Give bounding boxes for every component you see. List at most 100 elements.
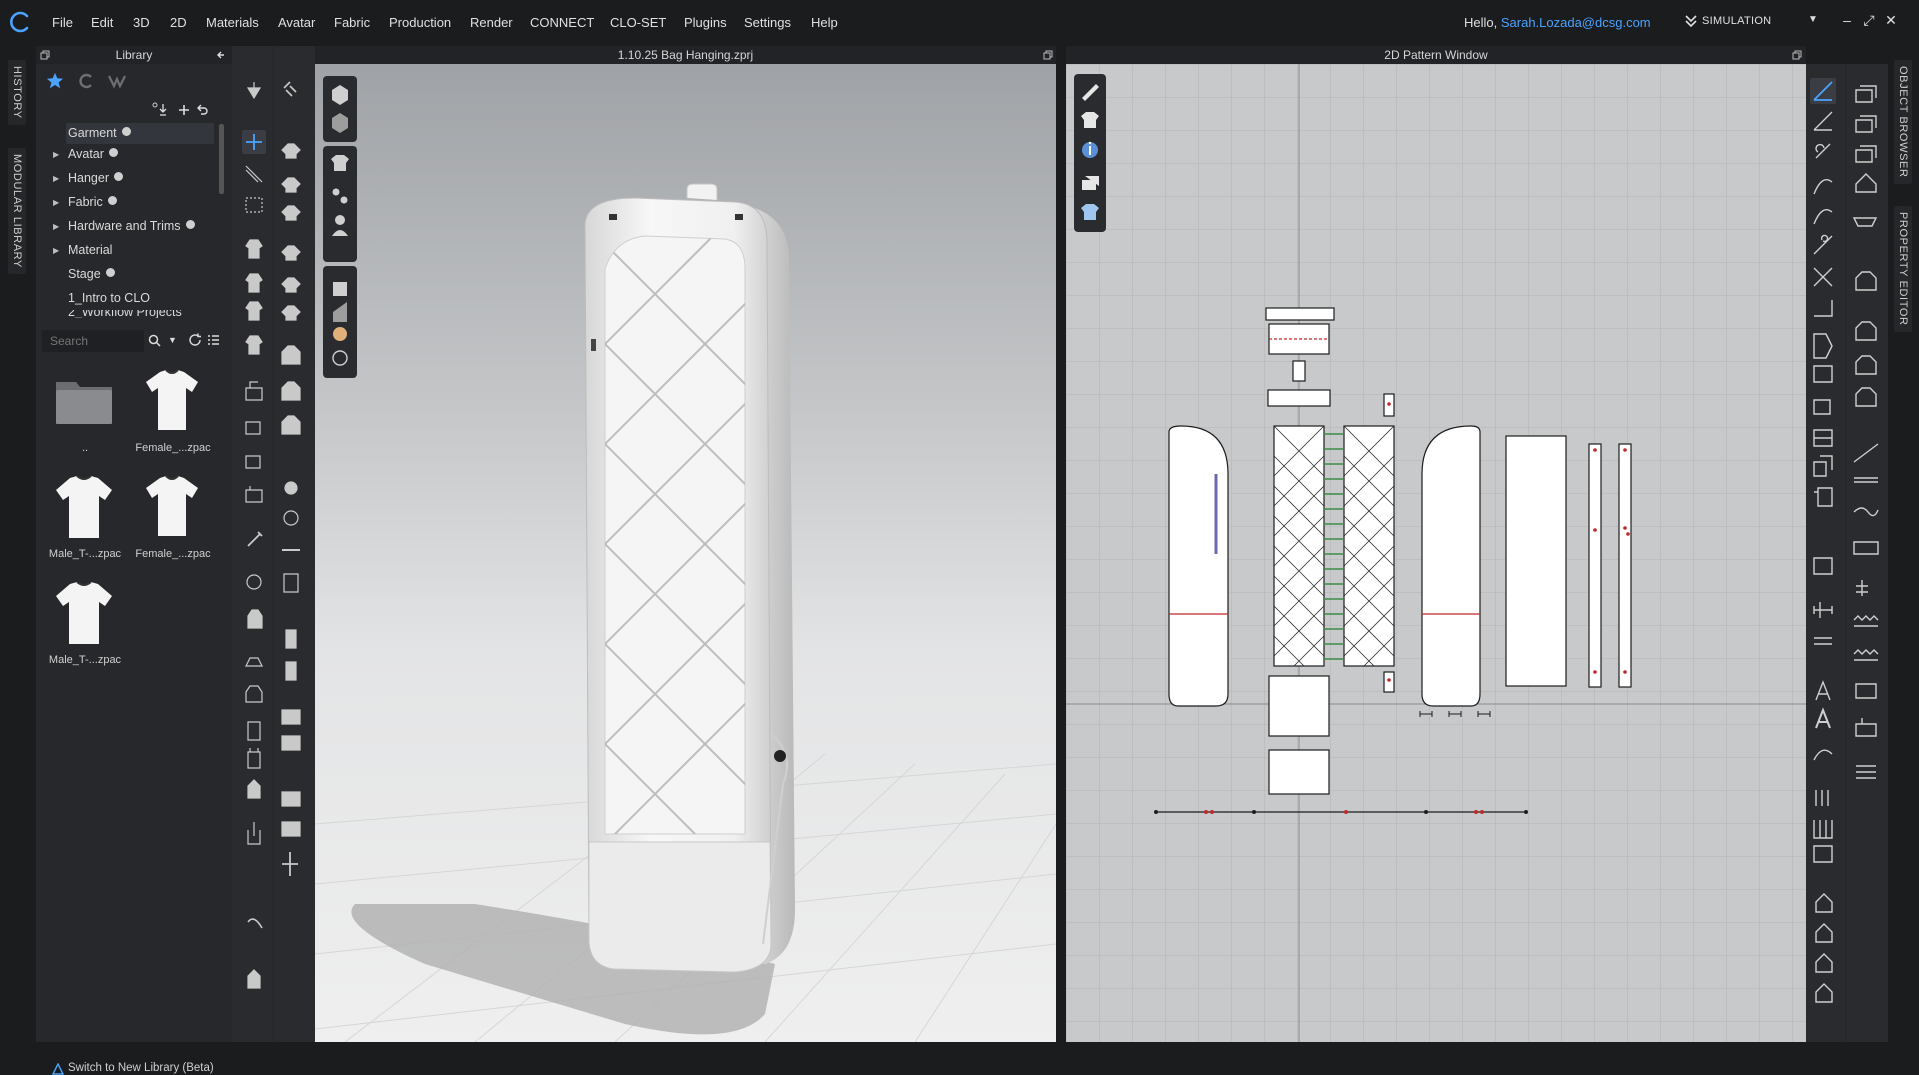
expand-arrow-icon[interactable]: ▶ [53,222,59,231]
buttonhole-tool-icon [247,748,261,769]
tree-label: Fabric [68,195,103,209]
mode-selector[interactable]: SIMULATION [1702,15,1771,27]
expand-arrow-icon[interactable]: ▶ [53,174,59,183]
tab-object-browser[interactable]: OBJECT BROWSER [1894,60,1912,184]
clo-set-icon[interactable] [78,73,94,89]
shirt-tool-icon [247,609,263,629]
thumbnail-label: Male_T-...zpac [48,654,122,666]
tree-label: Garment [68,126,117,140]
tree-item-intro-to-clo[interactable]: 1_Intro to CLO [68,291,150,305]
3d-viewport[interactable] [315,64,1056,1042]
tree-label: Hanger [68,171,109,185]
connect-icon[interactable] [108,73,126,89]
info-badge-icon [105,268,115,277]
back-icon[interactable] [196,104,208,116]
menu-plugins[interactable]: Plugins [684,15,727,30]
tab-property-editor[interactable]: PROPERTY EDITOR [1894,206,1912,332]
copy-pattern-icon [1813,455,1833,477]
library-thumbnail-male-tshirt-2[interactable]: Male_T-...zpac [48,576,121,676]
show-garment-2d-icon [1081,112,1099,128]
download-icon[interactable] [152,102,168,116]
double-chevron-down-icon [1685,15,1697,28]
tshirt-icon [56,475,112,538]
tree-item-stage[interactable]: Stage [68,267,115,281]
refresh-icon[interactable] [188,333,202,347]
2d-pattern-viewport[interactable] [1066,64,1806,1042]
list-view-icon[interactable] [207,334,220,346]
pattern-piece [1268,675,1330,737]
pattern-piece [1343,425,1395,667]
favorites-star-icon[interactable] [46,72,64,90]
pattern-piece [1383,671,1395,693]
collapse-arrow-icon[interactable] [216,50,226,60]
tab-history[interactable]: HISTORY [8,60,26,125]
3d-window-title: 1.10.25 Bag Hanging.zprj [617,48,754,62]
button-tool-icon [247,721,261,741]
menu-edit[interactable]: Edit [91,15,113,30]
layer-tool-2-icon [281,381,301,401]
right-tab-strip: OBJECT BROWSER PROPERTY EDITOR [1888,46,1919,1042]
close-button[interactable]: ✕ [1882,12,1900,29]
garment-2d-3-icon [1855,355,1877,375]
fabric-tool-2-icon [1815,923,1833,943]
user-email-link[interactable]: Sarah.Lozada@dcsg.com [1501,15,1651,30]
tree-scrollbar[interactable] [219,124,224,194]
menu-settings[interactable]: Settings [744,15,791,30]
pleat-tool-2-icon [1813,820,1833,839]
sew-3-icon [1855,145,1877,163]
tree-item-avatar[interactable]: Avatar [68,147,118,161]
menu-3d[interactable]: 3D [133,15,150,30]
library-thumbnail-female-tshirt-2[interactable]: Female_...zpac [135,470,211,570]
expand-arrow-icon[interactable]: ▶ [53,150,59,159]
minimize-button[interactable]: – [1838,12,1856,28]
library-panel: Library Garment ▶ Avatar ▶ Hanger ▶ Fabr… [36,46,232,1075]
tree-item-material[interactable]: Material [68,243,112,257]
tree-item-hardware-and-trims[interactable]: Hardware and Trims [68,219,195,233]
library-thumbnail-folder[interactable]: .. [48,364,120,464]
menu-fabric[interactable]: Fabric [334,15,370,30]
menu-help[interactable]: Help [811,15,838,30]
library-thumbnail-male-tshirt[interactable]: Male_T-...zpac [48,470,121,570]
tshirt-icon [146,475,198,536]
maximize-button[interactable]: ⤢ [1860,12,1878,29]
clo-logo-icon[interactable] [8,10,32,34]
menu-render[interactable]: Render [470,15,513,30]
tree-item-garment[interactable]: Garment [68,126,131,140]
fabric-sim-icon [281,143,301,159]
rectangle-2-icon [1813,399,1831,415]
menu-avatar[interactable]: Avatar [278,15,315,30]
maximize-window-icon[interactable] [1792,50,1802,60]
menu-file[interactable]: File [52,15,73,30]
library-thumbnail-female-tshirt[interactable]: Female_...zpac [135,364,211,464]
menu-clo-set[interactable]: CLO-SET [610,15,666,30]
window-splitter[interactable] [1056,46,1066,1042]
garment-2d-icon [1855,271,1877,291]
rectangle-icon [1813,365,1833,383]
search-icon[interactable] [148,334,161,347]
puckering-tool-icon [245,685,263,703]
tree-item-hanger[interactable]: Hanger [68,171,123,185]
search-input[interactable] [50,334,140,348]
layer-tool-icon [281,345,301,365]
tree-item-fabric[interactable]: Fabric [68,195,117,209]
grade-icon [1813,429,1833,447]
tab-modular-library[interactable]: MODULAR LIBRARY [8,148,26,274]
simulation-run-icon [283,81,297,97]
chevron-down-icon[interactable]: ▼ [1808,14,1818,25]
menu-production[interactable]: Production [389,15,451,30]
menu-connect[interactable]: CONNECT [530,15,594,30]
avatar-tool-icon [247,779,261,799]
tree-item-workflow-projects[interactable]: 2_Workflow Projects [68,310,182,318]
pen-tool-icon [247,531,263,547]
expand-arrow-icon[interactable]: ▶ [53,198,59,207]
menu-materials[interactable]: Materials [206,15,259,30]
add-icon[interactable] [178,104,190,116]
search-box [42,330,144,352]
maximize-window-icon[interactable] [1043,50,1053,60]
2d-window-header: 2D Pattern Window [1066,46,1806,64]
menu-2d[interactable]: 2D [170,15,187,30]
expand-arrow-icon[interactable]: ▶ [53,246,59,255]
thumbnail-label: Female_...zpac [135,548,211,560]
curve-point-icon [1813,179,1833,195]
search-options-chevron-icon[interactable]: ▼ [168,335,177,345]
